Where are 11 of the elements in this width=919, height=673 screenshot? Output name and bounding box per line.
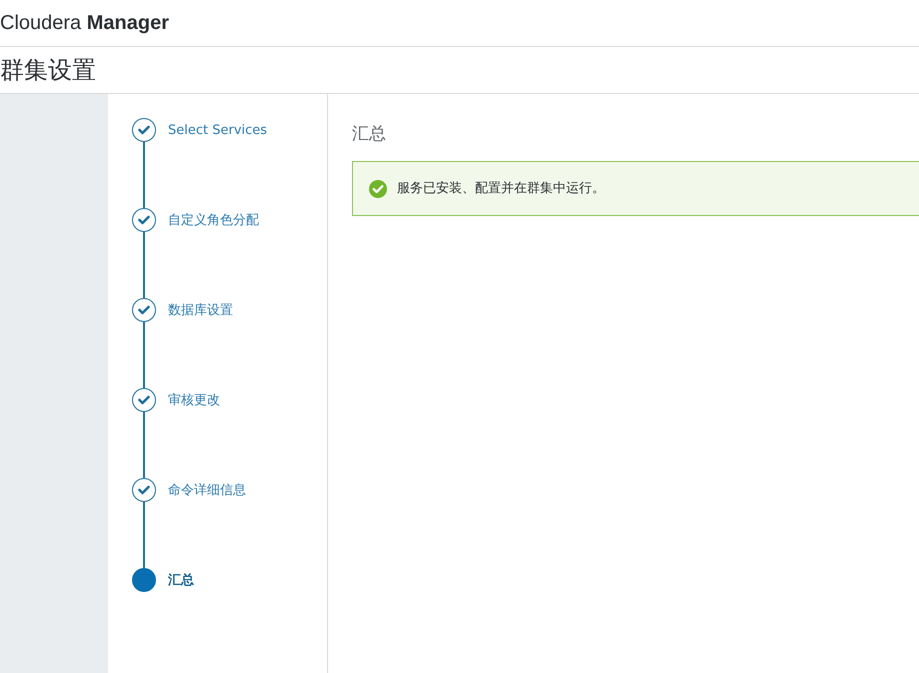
step-label[interactable]: 自定义角色分配 [168,211,259,230]
step-label[interactable]: 命令详细信息 [168,481,246,500]
page-title: 群集设置 [0,55,96,86]
step-label[interactable]: Select Services [168,121,268,140]
step-label[interactable]: 审核更改 [168,391,220,410]
section-heading: 汇总 [352,123,387,146]
alert-message: 服务已安装、配置并在群集中运行。 [397,180,605,198]
check-circle-icon [369,180,387,198]
step-label[interactable]: 汇总 [168,571,194,590]
brand-logo: Cloudera Manager [0,11,169,36]
step-label[interactable]: 数据库设置 [168,301,233,320]
